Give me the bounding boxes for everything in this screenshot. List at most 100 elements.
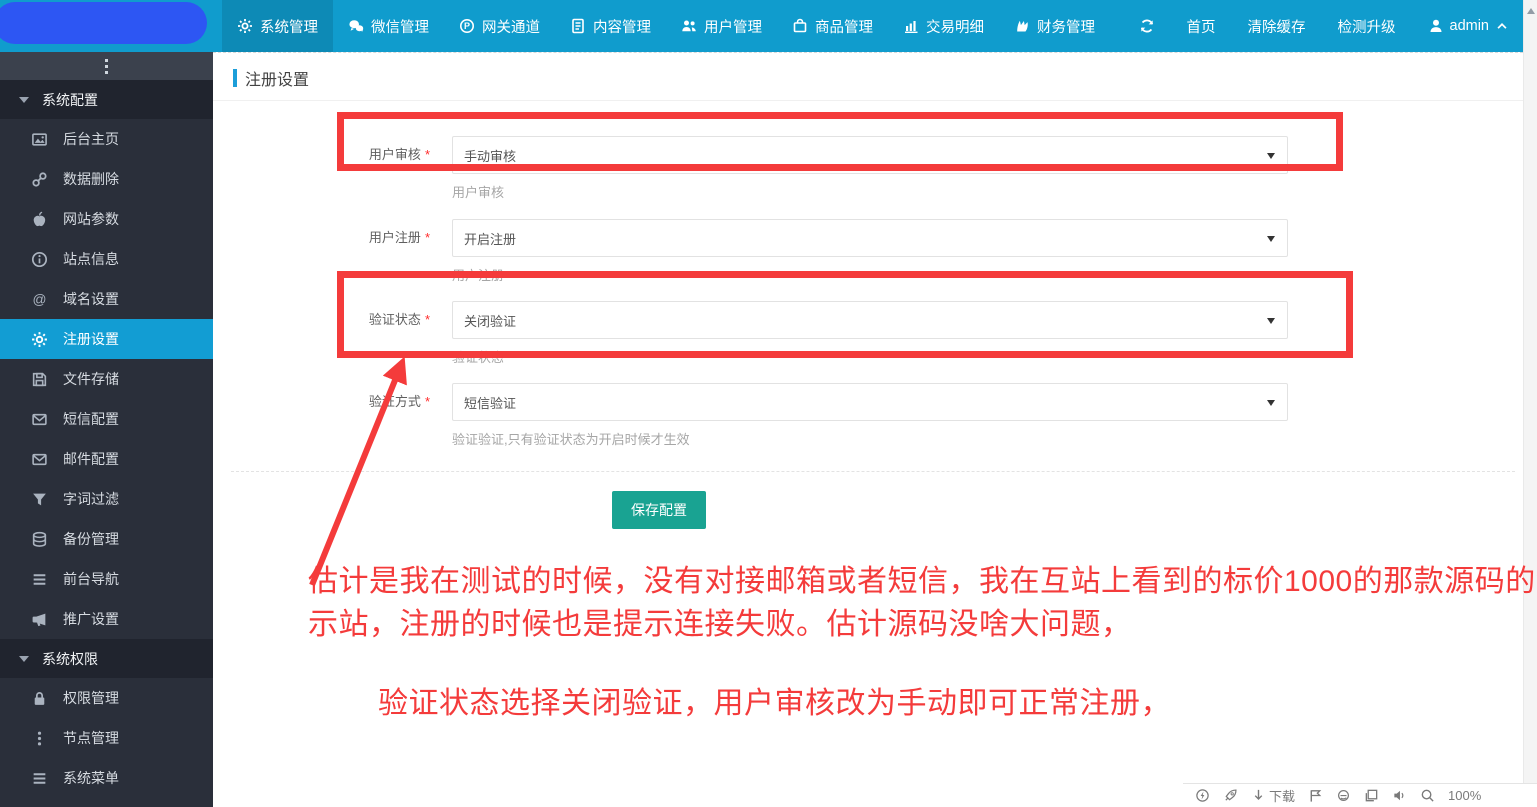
megaphone-icon	[31, 611, 48, 628]
nav-item-user-management[interactable]: 用户管理	[666, 0, 777, 52]
select-value: 关闭验证	[464, 311, 516, 330]
sidebar-item-word-filter[interactable]: 字词过滤	[0, 479, 213, 519]
page-scrollbar[interactable]	[1523, 0, 1537, 783]
sidebar-item-register-settings[interactable]: 注册设置	[0, 319, 213, 359]
speed-icon	[1195, 788, 1210, 803]
lock-icon	[31, 690, 48, 707]
select-caret-icon	[1267, 318, 1275, 324]
download-label: 下载	[1269, 786, 1295, 805]
sidebar-item-site-info[interactable]: 站点信息	[0, 239, 213, 279]
sidebar-item-data-delete[interactable]: 数据删除	[0, 159, 213, 199]
required-asterisk: *	[425, 312, 430, 327]
zoom-level[interactable]: 100%	[1448, 788, 1481, 803]
sidebar-item-permission-management[interactable]: 权限管理	[0, 678, 213, 718]
section-header-label: 系统权限	[42, 649, 98, 669]
menu-lines-icon	[31, 770, 48, 787]
sidebar-item-mail-config[interactable]: 邮件配置	[0, 439, 213, 479]
field-help-user-register: 用户注册	[452, 265, 504, 284]
user-menu[interactable]: admin	[1428, 18, 1510, 34]
select-caret-icon	[1267, 400, 1275, 406]
image-icon	[31, 131, 48, 148]
home-link[interactable]: 首页	[1187, 16, 1216, 37]
nav-item-finance-management[interactable]: 财务管理	[999, 0, 1110, 52]
at-icon	[31, 291, 48, 308]
dots-vertical-icon	[31, 730, 48, 747]
sidebar-item-label: 站点信息	[63, 249, 119, 269]
nav-item-goods-management[interactable]: 商品管理	[777, 0, 888, 52]
sidebar-item-label: 后台主页	[63, 129, 119, 149]
sidebar-item-label: 注册设置	[63, 329, 119, 349]
user-register-select[interactable]: 开启注册	[452, 219, 1288, 257]
floppy-icon	[31, 371, 48, 388]
user-audit-select[interactable]: 手动审核	[452, 136, 1288, 174]
nav-item-wechat-management[interactable]: 微信管理	[333, 0, 444, 52]
top-navbar: 系统管理 微信管理 网关通道 内容管理 用户管理 商品管理	[0, 0, 1523, 52]
filter-icon	[31, 491, 48, 508]
sidebar-item-label: 短信配置	[63, 409, 119, 429]
sidebar-section-system-permission[interactable]: 系统权限	[0, 639, 213, 678]
goods-bag-icon	[792, 18, 808, 34]
field-label-verify-status: 验证状态*	[213, 301, 430, 339]
username: admin	[1450, 18, 1490, 34]
sidebar-item-promotion-settings[interactable]: 推广设置	[0, 599, 213, 639]
nav-item-gateway-channel[interactable]: 网关通道	[444, 0, 555, 52]
field-help-verify-method: 验证验证,只有验证状态为开启时候才生效	[452, 429, 690, 448]
check-upgrade-link[interactable]: 检测升级	[1338, 16, 1396, 37]
browser-status-bar: 下载 100%	[1183, 783, 1537, 807]
section-header-label: 系统配置	[42, 90, 98, 110]
field-label-user-audit: 用户审核*	[213, 136, 430, 174]
required-asterisk: *	[425, 147, 430, 162]
wechat-icon	[348, 18, 364, 34]
top-navbar-right: 首页 清除缓存 检测升级 admin	[1139, 0, 1510, 52]
nav-item-content-management[interactable]: 内容管理	[555, 0, 666, 52]
boost-button[interactable]	[1223, 788, 1238, 803]
sidebar-section-system-config[interactable]: 系统配置	[0, 80, 213, 119]
nav-item-trade-detail[interactable]: 交易明细	[888, 0, 999, 52]
select-caret-icon	[1267, 153, 1275, 159]
field-label-verify-method: 验证方式*	[213, 383, 430, 421]
scrollbar-up-arrow[interactable]	[1527, 8, 1535, 14]
verify-status-select[interactable]: 关闭验证	[452, 301, 1288, 339]
nav-item-label: 系统管理	[260, 16, 318, 37]
download-button[interactable]: 下载	[1251, 786, 1295, 805]
sidebar-item-label: 域名设置	[63, 289, 119, 309]
caret-down-icon	[19, 97, 29, 103]
sidebar-item-frontend-nav[interactable]: 前台导航	[0, 559, 213, 599]
user-icon	[1428, 18, 1444, 34]
sidebar-item-sms-config[interactable]: 短信配置	[0, 399, 213, 439]
page-zoom-button[interactable]	[1420, 788, 1435, 803]
download-arrow-icon	[1251, 788, 1266, 803]
caret-up-icon	[1495, 19, 1509, 33]
sidebar-item-node-management[interactable]: 节点管理	[0, 718, 213, 758]
users-icon	[681, 18, 697, 34]
required-asterisk: *	[425, 394, 430, 409]
sidebar-item-system-menu[interactable]: 系统菜单	[0, 758, 213, 798]
speed-mode-button[interactable]	[1195, 788, 1210, 803]
nav-item-label: 内容管理	[593, 16, 651, 37]
window-mode-button[interactable]	[1364, 788, 1379, 803]
compat-mode-button[interactable]	[1336, 788, 1351, 803]
clear-cache-link[interactable]: 清除缓存	[1248, 16, 1306, 37]
report-flag-button[interactable]	[1308, 788, 1323, 803]
verify-method-select[interactable]: 短信验证	[452, 383, 1288, 421]
sidebar-item-file-storage[interactable]: 文件存储	[0, 359, 213, 399]
more-dots-icon	[105, 59, 108, 74]
select-caret-icon	[1267, 236, 1275, 242]
save-config-button[interactable]: 保存配置	[612, 491, 706, 529]
nav-item-system-management[interactable]: 系统管理	[222, 0, 333, 52]
sidebar-item-label: 数据删除	[63, 169, 119, 189]
sound-button[interactable]	[1392, 788, 1407, 803]
sidebar-item-site-params[interactable]: 网站参数	[0, 199, 213, 239]
section-divider	[231, 471, 1515, 472]
sidebar-collapse-toggle[interactable]	[0, 52, 213, 80]
flag-icon	[1308, 788, 1323, 803]
refresh-button[interactable]	[1139, 18, 1155, 34]
nav-item-label: 网关通道	[482, 16, 540, 37]
sidebar-item-domain-settings[interactable]: 域名设置	[0, 279, 213, 319]
field-help-verify-status: 验证状态	[452, 347, 504, 366]
nav-item-label: 财务管理	[1037, 16, 1095, 37]
finance-icon	[1014, 18, 1030, 34]
sidebar-item-backend-home[interactable]: 后台主页	[0, 119, 213, 159]
sidebar-item-backup-management[interactable]: 备份管理	[0, 519, 213, 559]
sidebar-item-label: 权限管理	[63, 688, 119, 708]
